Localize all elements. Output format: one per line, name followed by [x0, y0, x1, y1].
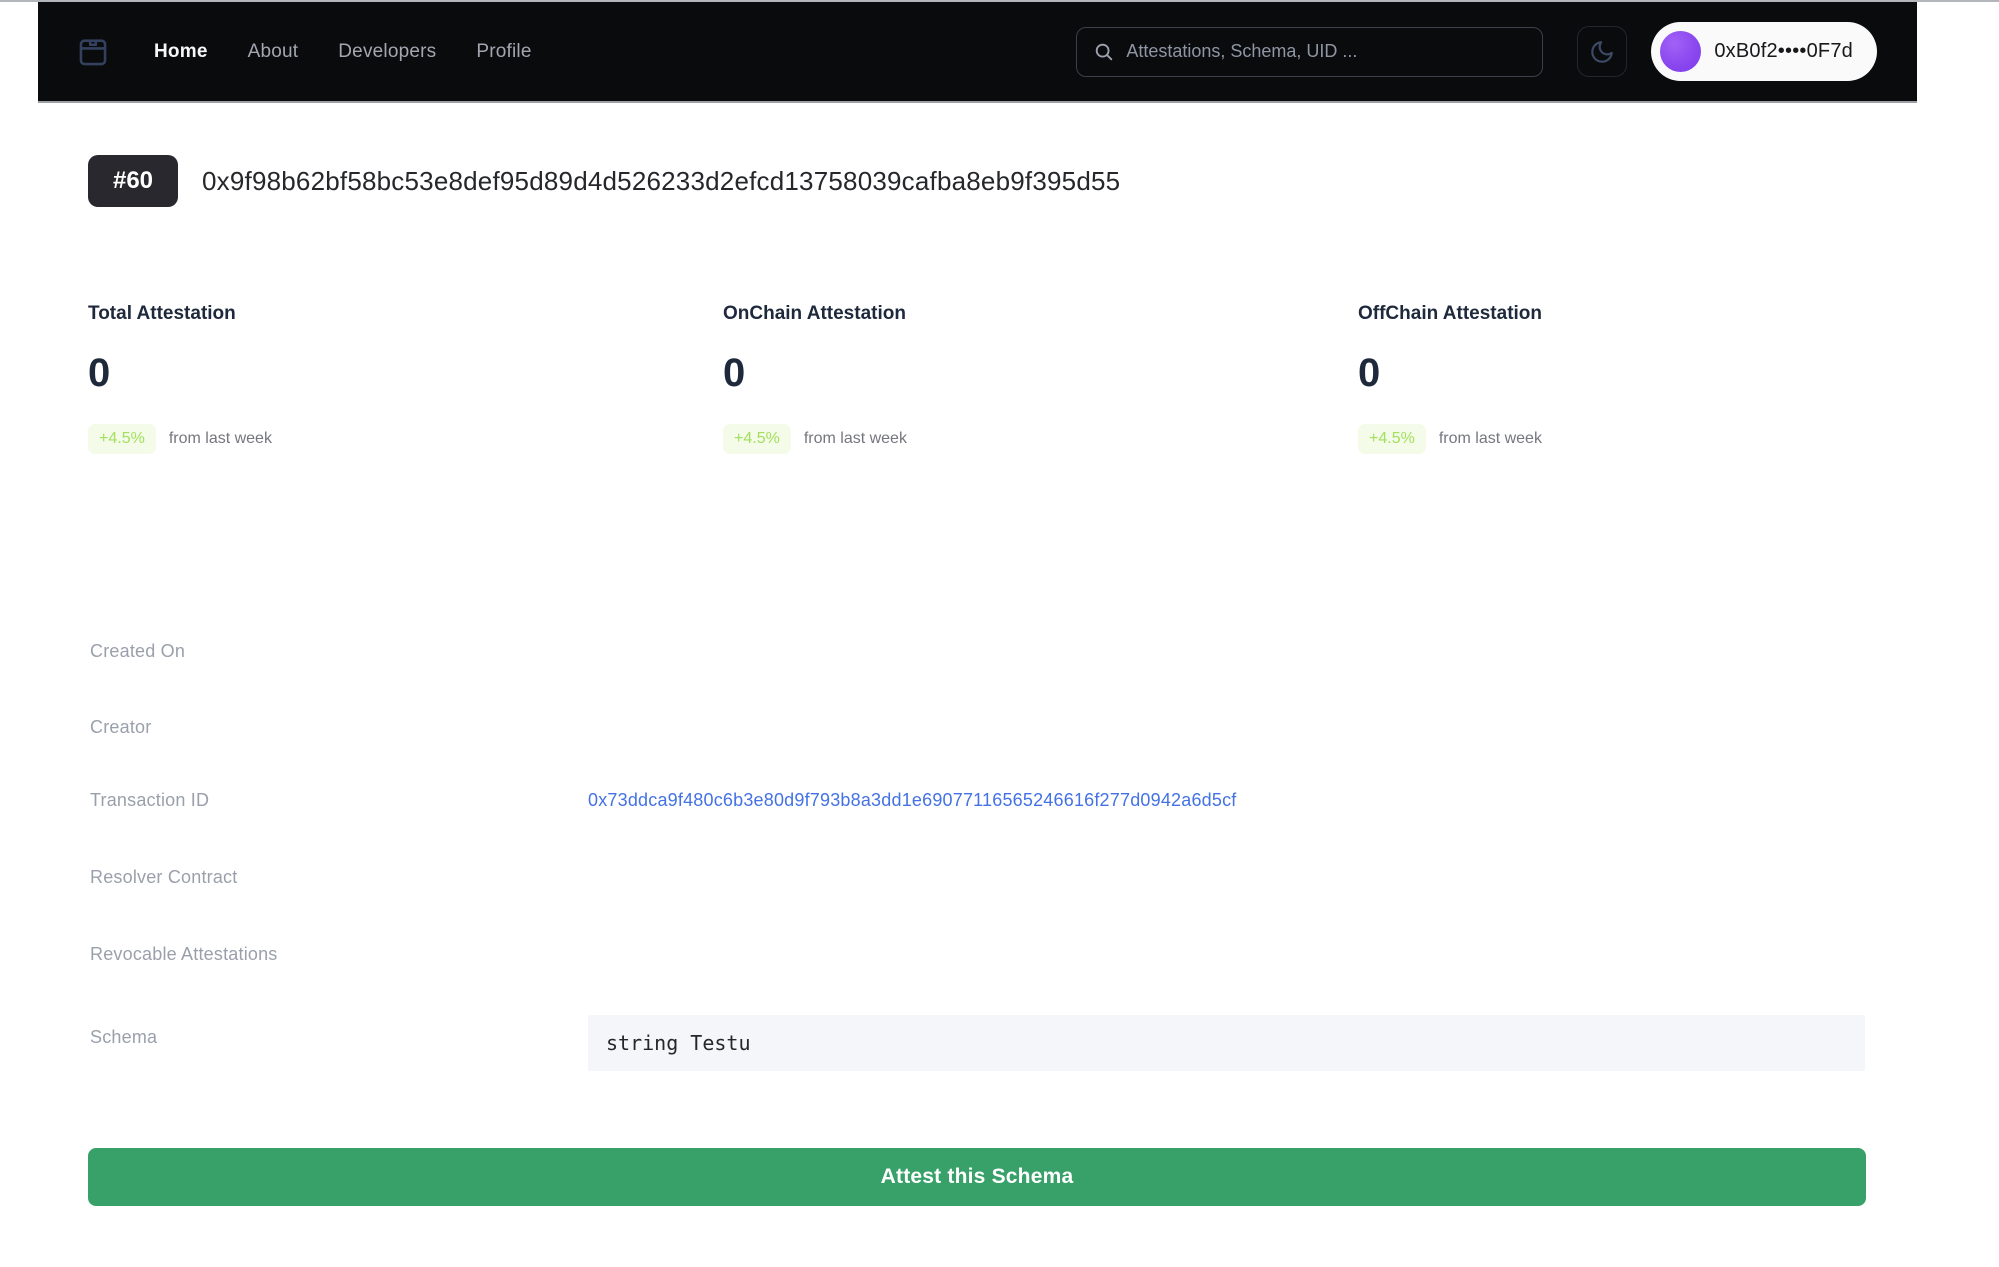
- schema-definition-box: string Testu: [588, 1015, 1865, 1071]
- nav-item-profile[interactable]: Profile: [476, 41, 531, 63]
- schema-definition-value: string Testu: [606, 1031, 751, 1055]
- attest-schema-button[interactable]: Attest this Schema: [88, 1148, 1866, 1206]
- detail-label-transaction-id: Transaction ID: [90, 785, 209, 815]
- delta-note: from last week: [804, 430, 907, 448]
- detail-label-schema: Schema: [90, 1022, 157, 1052]
- theme-toggle-button[interactable]: [1577, 26, 1627, 77]
- delta-badge: +4.5%: [723, 424, 791, 454]
- nav-item-home[interactable]: Home: [154, 41, 208, 63]
- transaction-id-link[interactable]: 0x73ddca9f480c6b3e80d9f793b8a3dd1e690771…: [588, 785, 1237, 815]
- nav-links: Home About Developers Profile: [154, 41, 532, 63]
- stat-card-total: Total Attestation 0 +4.5% from last week: [88, 303, 723, 454]
- search-box[interactable]: [1076, 27, 1543, 77]
- stat-card-onchain: OnChain Attestation 0 +4.5% from last we…: [723, 303, 1358, 454]
- nav-item-about[interactable]: About: [248, 41, 299, 63]
- detail-label-created-on: Created On: [90, 636, 185, 666]
- schema-number-badge: #60: [88, 155, 178, 207]
- package-icon[interactable]: [76, 35, 110, 69]
- stat-title: OnChain Attestation: [723, 303, 1358, 325]
- delta-note: from last week: [1439, 430, 1542, 448]
- moon-icon: [1589, 39, 1615, 65]
- detail-label-creator: Creator: [90, 712, 151, 742]
- search-icon: [1093, 41, 1115, 63]
- wallet-address: 0xB0f2••••0F7d: [1714, 40, 1853, 63]
- stat-title: OffChain Attestation: [1358, 303, 1993, 325]
- delta-badge: +4.5%: [1358, 424, 1426, 454]
- stat-value: 0: [1358, 351, 1993, 396]
- avatar: [1660, 31, 1701, 72]
- wallet-button[interactable]: 0xB0f2••••0F7d: [1651, 22, 1877, 81]
- schema-uid: 0x9f98b62bf58bc53e8def95d89d4d526233d2ef…: [202, 166, 1120, 197]
- page: Home About Developers Profile 0x: [0, 0, 1999, 1267]
- stat-title: Total Attestation: [88, 303, 723, 325]
- nav-item-developers[interactable]: Developers: [338, 41, 436, 63]
- delta-note: from last week: [169, 430, 272, 448]
- navbar: Home About Developers Profile 0x: [38, 2, 1917, 103]
- detail-label-revocable-attestations: Revocable Attestations: [90, 939, 278, 969]
- stats-row: Total Attestation 0 +4.5% from last week…: [88, 303, 1993, 454]
- detail-label-resolver-contract: Resolver Contract: [90, 862, 237, 892]
- stat-value: 0: [88, 351, 723, 396]
- stat-value: 0: [723, 351, 1358, 396]
- delta-badge: +4.5%: [88, 424, 156, 454]
- stat-card-offchain: OffChain Attestation 0 +4.5% from last w…: [1358, 303, 1993, 454]
- search-input[interactable]: [1126, 41, 1526, 62]
- schema-header: #60 0x9f98b62bf58bc53e8def95d89d4d526233…: [88, 155, 1120, 207]
